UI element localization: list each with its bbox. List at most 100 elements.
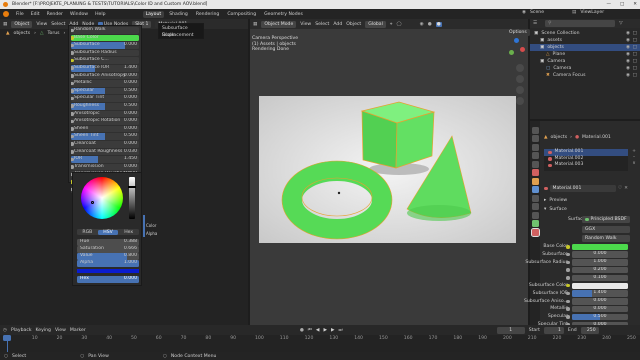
surface-panel-header[interactable]: ▾ Surface — [544, 207, 567, 212]
socket-link-icon[interactable] — [566, 252, 570, 257]
mode-selector[interactable]: Object Mode — [261, 20, 297, 28]
outliner-item[interactable]: ✖ Camera Focus ◉ □ — [530, 72, 640, 79]
overlay-icon[interactable]: ◉ — [420, 22, 424, 27]
jump-start-icon[interactable]: ⏮ — [308, 327, 312, 333]
bsdf-input-row[interactable]: Subsurface C... — [71, 57, 139, 64]
output-tab-icon[interactable] — [531, 143, 539, 151]
minimize-icon[interactable]: — — [606, 0, 611, 9]
bsdf-input-row[interactable]: Clearcoat Roughness 0.030 — [71, 148, 139, 156]
outliner-item[interactable]: ▣ Scene Collection ◉ □ — [530, 30, 640, 37]
bsdf-input-row[interactable]: Specular 0.500 — [71, 87, 139, 95]
playback-menu[interactable]: Playback — [11, 328, 32, 333]
render-visibility-icon[interactable]: □ — [633, 37, 637, 44]
blender-menu-icon[interactable] — [3, 11, 9, 17]
bsdf-input-row[interactable]: Sheen 0.000 — [71, 125, 139, 133]
socket-link-icon[interactable] — [566, 307, 570, 311]
value-slider[interactable] — [128, 177, 136, 219]
socket-link-icon[interactable] — [566, 268, 570, 272]
bsdf-input-row[interactable]: Subsurface Radius — [71, 49, 139, 57]
marker-menu[interactable]: Marker — [70, 328, 86, 333]
bsdf-input-row[interactable]: Anisotropic 0.000 — [71, 110, 139, 118]
object-menu[interactable]: Object — [346, 22, 361, 27]
value-slider-handle[interactable] — [128, 186, 136, 188]
bsdf-input-row[interactable]: IOR 1.450 — [71, 156, 139, 163]
pan-icon[interactable] — [516, 75, 524, 83]
subsurface-method-selector[interactable]: Random Walk — [582, 235, 630, 242]
socket-link-icon[interactable] — [566, 260, 570, 265]
render-tab-icon[interactable] — [531, 135, 539, 142]
render-visibility-icon[interactable]: □ — [633, 58, 637, 65]
physics-tab-icon[interactable] — [531, 203, 539, 210]
bsdf-input-row[interactable]: Random Walk — [71, 27, 139, 34]
render-visibility-icon[interactable]: □ — [633, 65, 637, 72]
color-wheel[interactable] — [81, 177, 123, 219]
workspace-tab-geometry-nodes[interactable]: Geometry Nodes — [261, 11, 306, 18]
workspace-tab-shading[interactable]: Shading — [166, 11, 191, 18]
bsdf-input-row[interactable]: Sheen Tint 0.500 — [71, 133, 139, 140]
socket-link-icon[interactable] — [566, 299, 570, 304]
popup-item-subsurface-scale[interactable]: Subsurface Scale — [162, 25, 200, 38]
render-visibility-icon[interactable]: □ — [633, 30, 637, 37]
menu-window[interactable]: Window — [70, 12, 88, 17]
socket-link-icon[interactable] — [566, 315, 570, 319]
menu-edit[interactable]: Edit — [31, 12, 40, 17]
editor-type-icon[interactable]: ▦ — [253, 22, 257, 27]
navigation-gizmo[interactable] — [506, 38, 526, 58]
surface-shader-selector[interactable]: Principled BSDF — [582, 216, 630, 223]
visibility-eye-icon[interactable]: ◉ — [626, 51, 630, 58]
current-frame-field[interactable]: 1 — [496, 326, 525, 334]
start-frame-field[interactable]: 1 — [543, 326, 564, 334]
modifier-tab-icon[interactable] — [531, 186, 539, 193]
socket-link-icon[interactable] — [566, 245, 570, 249]
render-visibility-icon[interactable]: □ — [633, 44, 637, 51]
jump-end-icon[interactable]: ⏭ — [339, 327, 343, 333]
proportional-icon[interactable]: ◯ — [396, 22, 401, 27]
visibility-eye-icon[interactable]: ◉ — [626, 30, 630, 37]
keying-menu[interactable]: Keying — [36, 328, 51, 333]
workspace-tab-compositing[interactable]: Compositing — [224, 11, 259, 18]
property-field[interactable]: 0.200 — [572, 267, 628, 274]
bsdf-input-row[interactable]: Roughness 0.500 — [71, 102, 139, 110]
particles-tab-icon[interactable] — [531, 194, 539, 202]
distribution-selector[interactable]: GGX — [582, 226, 630, 233]
scene-selector[interactable]: Scene — [530, 10, 544, 15]
timeline-ruler[interactable]: 0102030405060708090100110120130140150160… — [0, 335, 640, 352]
play-icon[interactable]: ▶ — [323, 328, 327, 333]
outliner-item[interactable]: ▣ Camera ◉ □ — [530, 58, 640, 65]
scene-tab-icon[interactable] — [531, 160, 539, 168]
outliner-item[interactable]: △ Plane ◉ □ — [530, 51, 640, 58]
preview-panel-header[interactable]: ▸ Preview — [544, 198, 567, 203]
maximize-icon[interactable]: □ — [620, 0, 624, 9]
select-menu[interactable]: Select — [315, 22, 329, 27]
camera-view-icon[interactable] — [516, 86, 524, 94]
orientation-selector[interactable]: Global — [365, 20, 386, 28]
view-menu[interactable]: View — [36, 22, 47, 27]
bsdf-input-row[interactable]: Subsurface Anisotropy 0.000 — [71, 72, 139, 80]
viewport-options-button[interactable]: Options — [506, 29, 530, 36]
socket-link-icon[interactable] — [566, 283, 570, 288]
mode-tab-rgb[interactable]: RGB — [77, 230, 98, 235]
material-browse-icon[interactable] — [544, 186, 548, 191]
unlink-icon[interactable]: ✕ — [624, 186, 628, 191]
object-tab-icon[interactable] — [531, 177, 539, 185]
outliner-item[interactable]: ▣ objects ◉ □ — [530, 44, 640, 51]
bsdf-input-row[interactable]: Subsurface 0.000 — [71, 42, 139, 49]
editor-type-icon[interactable]: ▦ — [3, 22, 7, 27]
slot-menu-icon[interactable]: ∨ — [630, 161, 638, 167]
property-field[interactable] — [572, 243, 628, 251]
axis-z-icon[interactable] — [514, 38, 519, 43]
bsdf-input-row[interactable]: Transmission 0.000 — [71, 163, 139, 171]
record-icon[interactable]: ● — [300, 328, 304, 333]
perspective-toggle-icon[interactable] — [516, 97, 524, 105]
property-field[interactable]: 0.000 — [572, 298, 628, 305]
view-menu[interactable]: View — [300, 22, 311, 27]
axis-y-icon[interactable] — [509, 50, 514, 55]
view-layer-selector[interactable]: ViewLayer — [580, 10, 604, 15]
bsdf-input-row[interactable]: Clearcoat 0.000 — [71, 140, 139, 148]
outliner-editor-icon[interactable]: ☰ — [533, 21, 537, 26]
bsdf-input-row[interactable]: Base Color — [71, 34, 139, 42]
close-icon[interactable]: ✕ — [633, 0, 637, 9]
color-wheel-cursor[interactable] — [91, 201, 94, 204]
prev-key-icon[interactable]: ◀ — [316, 328, 320, 333]
render-visibility-icon[interactable]: □ — [633, 51, 637, 58]
